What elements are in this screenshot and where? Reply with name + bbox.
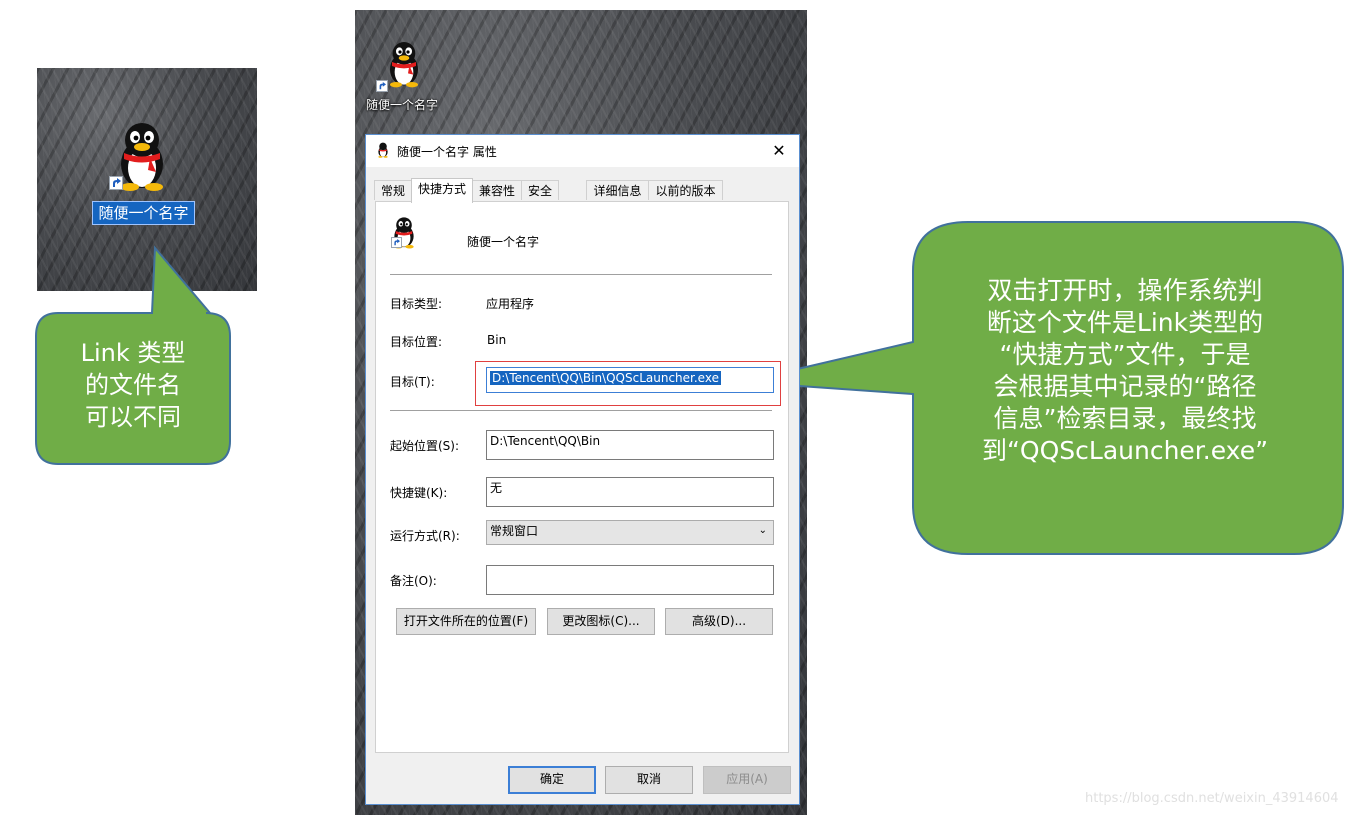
callout-left-line: Link 类型 bbox=[80, 339, 186, 367]
tab-general[interactable]: 常规 bbox=[374, 180, 412, 200]
start-in-label: 起始位置(S): bbox=[390, 439, 460, 453]
shortcut-name: 随便一个名字 bbox=[467, 235, 540, 249]
tab-shortcut[interactable]: 快捷方式 bbox=[411, 178, 473, 203]
icon-label-selected[interactable]: 随便一个名字 bbox=[92, 201, 195, 225]
tab-details[interactable]: 详细信息 bbox=[586, 180, 649, 200]
run-select[interactable]: 常规窗口 ⌄ bbox=[486, 520, 774, 545]
start-in-input[interactable]: D:\Tencent\QQ\Bin bbox=[486, 430, 774, 460]
callout-right-line: 断这个文件是Link类型的 bbox=[986, 308, 1264, 337]
shortcut-arrow-icon bbox=[109, 176, 123, 190]
callout-left-line: 可以不同 bbox=[85, 403, 181, 431]
callout-right-line: “快捷方式”文件，于是 bbox=[999, 340, 1251, 369]
desktop-icon-label[interactable]: 随便一个名字 bbox=[362, 96, 442, 114]
callout-right-line: 信息”检索目录，最终找 bbox=[993, 404, 1257, 433]
chevron-down-icon: ⌄ bbox=[758, 525, 767, 536]
target-input[interactable]: D:\Tencent\QQ\Bin\QQScLauncher.exe bbox=[486, 367, 774, 393]
dialog-titlebar[interactable]: 随便一个名字 属性 ✕ bbox=[366, 135, 799, 167]
callout-right-line: 双击打开时，操作系统判 bbox=[987, 276, 1263, 305]
close-icon[interactable]: ✕ bbox=[767, 140, 791, 162]
shortcut-arrow-icon bbox=[376, 80, 388, 92]
properties-dialog: 随便一个名字 属性 ✕ 常规 快捷方式 兼容性 安全 详细信息 以前的版本 bbox=[365, 134, 800, 805]
hotkey-label: 快捷键(K): bbox=[390, 486, 448, 500]
watermark: https://blog.csdn.net/weixin_43914604 bbox=[1085, 791, 1339, 806]
qq-penguin-icon-desktop[interactable] bbox=[384, 40, 424, 92]
target-selected-text: D:\Tencent\QQ\Bin\QQScLauncher.exe bbox=[490, 371, 721, 385]
advanced-button[interactable]: 高级(D)... bbox=[665, 608, 773, 635]
target-location-value: Bin bbox=[487, 333, 507, 347]
target-label: 目标(T): bbox=[390, 375, 435, 389]
callout-right-line: 会根据其中记录的“路径 bbox=[993, 372, 1257, 401]
callout-right-line: 到“QQScLauncher.exe” bbox=[981, 436, 1269, 465]
comment-input[interactable] bbox=[486, 565, 774, 595]
divider bbox=[390, 410, 772, 411]
target-type-value: 应用程序 bbox=[486, 297, 535, 311]
change-icon-button[interactable]: 更改图标(C)... bbox=[547, 608, 655, 635]
open-file-location-button[interactable]: 打开文件所在的位置(F) bbox=[396, 608, 536, 635]
ok-button[interactable]: 确定 bbox=[508, 766, 596, 794]
qq-penguin-icon bbox=[375, 142, 391, 158]
callout-right-text: 双击打开时，操作系统判 断这个文件是Link类型的 “快捷方式”文件，于是 会根… bbox=[930, 275, 1320, 467]
callout-left-line: 的文件名 bbox=[85, 371, 181, 399]
target-location-label: 目标位置: bbox=[390, 335, 443, 349]
apply-button[interactable]: 应用(A) bbox=[703, 766, 791, 794]
divider bbox=[390, 274, 772, 275]
tab-previous-versions[interactable]: 以前的版本 bbox=[648, 180, 723, 200]
tab-security[interactable]: 安全 bbox=[521, 180, 559, 200]
hotkey-input[interactable]: 无 bbox=[486, 477, 774, 507]
run-label: 运行方式(R): bbox=[390, 529, 460, 543]
comment-label: 备注(O): bbox=[390, 574, 437, 588]
callout-left-text: Link 类型 的文件名 可以不同 bbox=[44, 337, 222, 433]
run-select-value: 常规窗口 bbox=[490, 524, 539, 538]
target-type-label: 目标类型: bbox=[390, 297, 443, 311]
cancel-button[interactable]: 取消 bbox=[605, 766, 693, 794]
dialog-title: 随便一个名字 属性 bbox=[397, 145, 497, 159]
tab-compatibility[interactable]: 兼容性 bbox=[472, 180, 522, 200]
shortcut-arrow-icon bbox=[391, 237, 402, 248]
